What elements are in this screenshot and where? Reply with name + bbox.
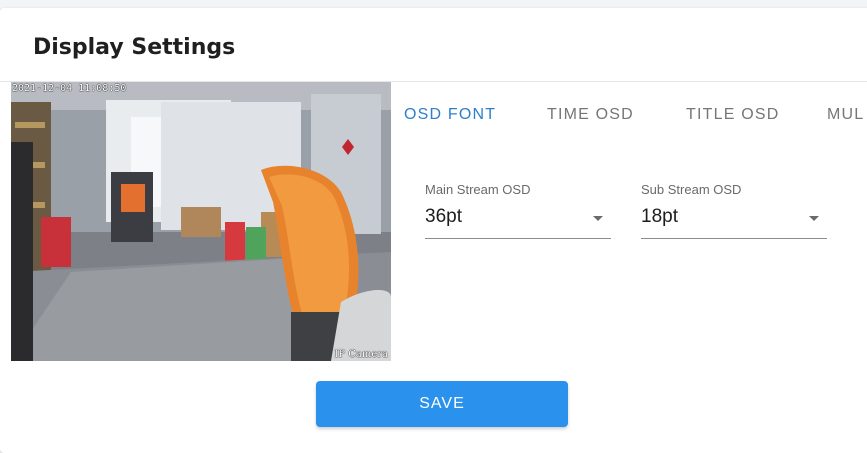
sub-stream-osd-value: 18pt bbox=[641, 206, 678, 227]
page: Display Settings 2021-12-04 11:08:50 IP … bbox=[0, 0, 867, 453]
settings-tabs: OSD FONT TIME OSD TITLE OSD MUL bbox=[391, 82, 867, 130]
tab-osd-font[interactable]: OSD FONT bbox=[404, 106, 496, 124]
main-stream-osd-select[interactable]: Main Stream OSD 36pt bbox=[425, 178, 611, 239]
time-osd: 2021-12-04 11:08:50 bbox=[12, 83, 127, 94]
chevron-down-icon[interactable] bbox=[809, 216, 819, 221]
tab-time-osd[interactable]: TIME OSD bbox=[547, 106, 634, 124]
camera-preview-image bbox=[11, 82, 391, 361]
tab-title-osd[interactable]: TITLE OSD bbox=[686, 106, 779, 124]
sub-stream-osd-select[interactable]: Sub Stream OSD 18pt bbox=[641, 178, 827, 239]
sub-stream-osd-label: Sub Stream OSD bbox=[641, 182, 742, 197]
chevron-down-icon[interactable] bbox=[593, 216, 603, 221]
tab-mul[interactable]: MUL bbox=[827, 106, 864, 124]
main-stream-osd-value: 36pt bbox=[425, 206, 462, 227]
main-stream-osd-label: Main Stream OSD bbox=[425, 182, 531, 197]
dialog-title: Display Settings bbox=[33, 35, 236, 60]
title-osd: IP Camera bbox=[334, 349, 388, 360]
save-button[interactable]: SAVE bbox=[316, 381, 568, 427]
camera-preview: 2021-12-04 11:08:50 IP Camera bbox=[11, 82, 391, 361]
